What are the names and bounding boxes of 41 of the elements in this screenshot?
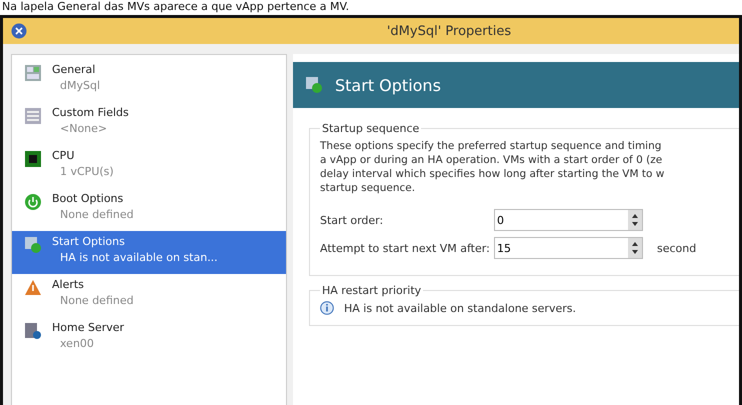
sidebar-item[interactable]: Custom Fields <None>	[12, 102, 286, 145]
server-icon	[24, 322, 42, 340]
sidebar-item[interactable]: Start Options HA is not available on stan...	[12, 231, 286, 274]
sidebar-item[interactable]: General dMySql	[12, 59, 286, 102]
item-label: Alerts	[52, 277, 85, 293]
item-label: Start Options	[52, 234, 126, 250]
item-sublabel: xen00	[59, 336, 95, 352]
close-icon[interactable]	[11, 23, 27, 39]
sidebar-item[interactable]: Alerts None defined	[12, 274, 286, 317]
group-legend: Startup sequence	[320, 122, 422, 135]
description-text: These options specify the preferred startup sequence and timing a vApp or during an HA operation. VMs with a start order of 0 (ze delay interval which specifies how long after starting the VM to w startup sequence.	[320, 139, 666, 195]
list-icon	[24, 107, 42, 125]
item-label: CPU	[52, 148, 76, 164]
settings-check-icon	[24, 236, 42, 254]
item-sublabel: None defined	[59, 293, 134, 309]
info-message: HA is not available on standalone servers.	[344, 302, 576, 314]
chip-icon	[24, 150, 42, 168]
settings-check-icon	[305, 76, 323, 94]
item-sublabel: dMySql	[59, 78, 100, 94]
item-label: Home Server	[52, 320, 124, 336]
section-title: Start Options	[335, 76, 441, 94]
item-label: Boot Options	[52, 191, 124, 207]
window-title: 'dMySql' Properties	[386, 24, 512, 38]
item-sublabel: HA is not available on stan...	[59, 250, 218, 266]
power-icon	[24, 193, 42, 211]
item-sublabel: None defined	[59, 207, 134, 223]
sidebar-item[interactable]: CPU 1 vCPU(s)	[12, 145, 286, 188]
item-sublabel: <None>	[59, 121, 108, 137]
item-sublabel: 1 vCPU(s)	[59, 164, 114, 180]
field-label: Attempt to start next VM after:	[320, 242, 490, 254]
sidebar-item[interactable]: Boot Options None defined	[12, 188, 286, 231]
unit-label: second	[657, 242, 696, 254]
warning-icon	[24, 279, 42, 297]
field-label: Start order:	[320, 214, 384, 226]
group-legend: HA restart priority	[320, 284, 424, 297]
info-icon	[320, 301, 334, 315]
item-label: General	[52, 62, 96, 78]
grid-icon	[24, 64, 42, 82]
sidebar-item[interactable]: Home Server xen00	[12, 317, 286, 360]
item-label: Custom Fields	[52, 105, 129, 121]
caption-text: Na lapela General das MVs aparece a que vApp pertence a MV.	[1, 0, 350, 13]
